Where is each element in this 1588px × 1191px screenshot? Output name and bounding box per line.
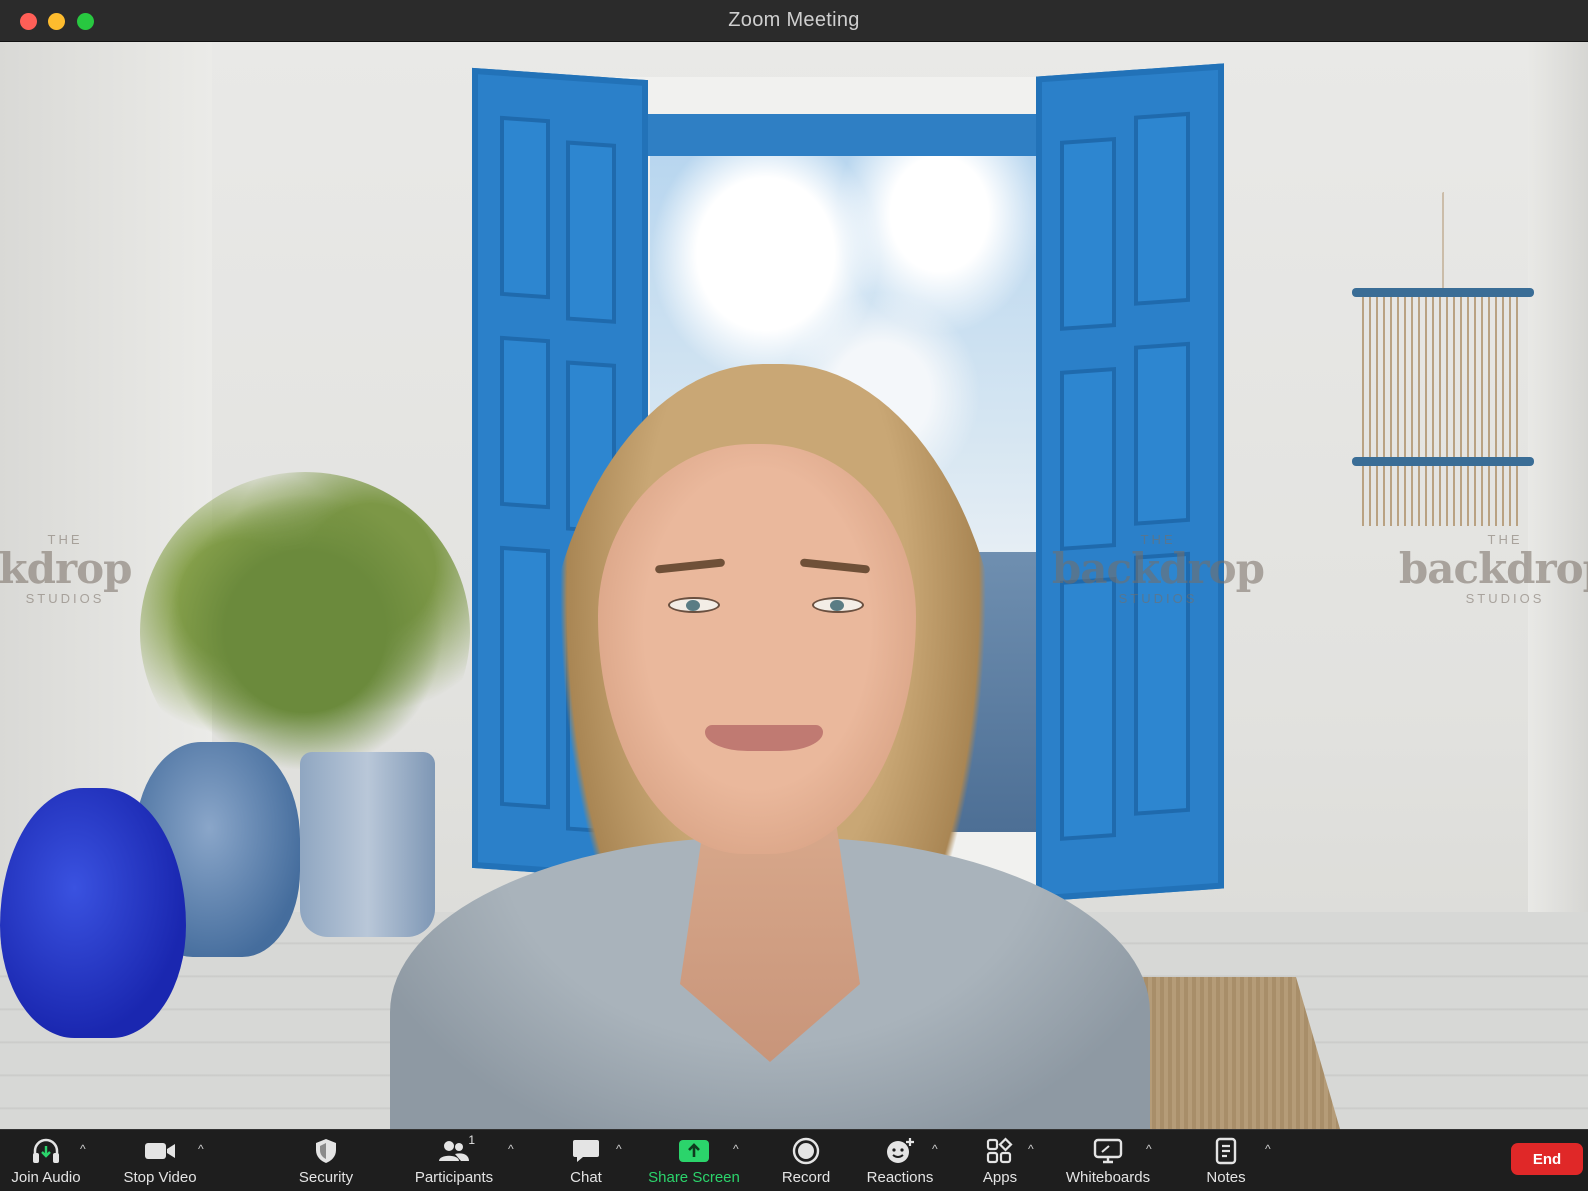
headphones-icon — [29, 1135, 63, 1167]
participants-count: 1 — [468, 1133, 475, 1147]
window-title: Zoom Meeting — [728, 9, 860, 31]
notes-icon — [1209, 1135, 1243, 1167]
mouth — [705, 725, 823, 751]
cobalt-vase — [0, 788, 186, 1038]
reactions-options-caret[interactable]: ^ — [932, 1142, 938, 1156]
record-label: Record — [781, 1169, 831, 1186]
reactions-button[interactable]: Reactions — [860, 1130, 940, 1191]
share-options-caret[interactable]: ^ — [733, 1142, 739, 1156]
title-bar: Zoom Meeting — [0, 0, 1588, 42]
video-options-caret[interactable]: ^ — [198, 1142, 204, 1156]
chat-bubble-icon — [569, 1135, 603, 1167]
macrame-rod — [1352, 288, 1534, 297]
right-shutter — [1036, 63, 1224, 902]
whiteboard-icon — [1091, 1135, 1125, 1167]
window-lintel — [620, 114, 1066, 156]
security-label: Security — [298, 1169, 354, 1186]
left-eye — [668, 597, 720, 613]
video-camera-icon — [143, 1135, 177, 1167]
chat-options-caret[interactable]: ^ — [616, 1142, 622, 1156]
backdrop-watermark-right: THE backdrop STUDIOS — [1398, 532, 1588, 606]
participants-options-caret[interactable]: ^ — [508, 1142, 514, 1156]
notes-button[interactable]: Notes — [1196, 1130, 1256, 1191]
macrame-hanger — [1352, 192, 1534, 292]
end-meeting-button[interactable]: End — [1511, 1143, 1583, 1175]
join-audio-button[interactable]: Join Audio — [8, 1130, 84, 1191]
notes-label: Notes — [1206, 1169, 1246, 1186]
record-button[interactable]: Record — [772, 1130, 840, 1191]
audio-options-caret[interactable]: ^ — [80, 1142, 86, 1156]
macrame-rod-lower — [1352, 457, 1534, 466]
apps-label: Apps — [982, 1169, 1018, 1186]
chat-label: Chat — [570, 1169, 602, 1186]
share-screen-label: Share Screen — [648, 1169, 740, 1186]
security-button[interactable]: Security — [290, 1130, 362, 1191]
meeting-toolbar: Join Audio ^ Stop Video ^ Security 1 Par… — [0, 1129, 1588, 1191]
plant-pot — [300, 752, 435, 937]
chat-button[interactable]: Chat — [556, 1130, 616, 1191]
smiley-plus-icon — [883, 1135, 917, 1167]
participants-label: Participants — [414, 1169, 494, 1186]
macrame-fringe — [1362, 296, 1522, 526]
record-icon — [789, 1135, 823, 1167]
share-screen-button[interactable]: Share Screen — [648, 1130, 740, 1191]
reactions-label: Reactions — [866, 1169, 934, 1186]
participants-button[interactable]: 1 Participants — [406, 1130, 502, 1191]
backdrop-watermark-center: THE backdrop STUDIOS — [1051, 532, 1265, 606]
share-screen-icon — [677, 1135, 711, 1167]
stop-video-label: Stop Video — [123, 1169, 197, 1186]
whiteboards-label: Whiteboards — [1065, 1169, 1151, 1186]
right-wall — [1528, 42, 1588, 942]
video-feed: THE kdrop STUDIOS THE backdrop STUDIOS T… — [0, 42, 1588, 1129]
notes-options-caret[interactable]: ^ — [1265, 1142, 1271, 1156]
right-eye — [812, 597, 864, 613]
whiteboards-options-caret[interactable]: ^ — [1146, 1142, 1152, 1156]
stop-video-button[interactable]: Stop Video — [118, 1130, 202, 1191]
join-audio-label: Join Audio — [11, 1169, 81, 1186]
apps-icon — [983, 1135, 1017, 1167]
backdrop-watermark-left: THE kdrop STUDIOS — [0, 532, 132, 606]
apps-button[interactable]: Apps — [970, 1130, 1030, 1191]
shield-icon — [309, 1135, 343, 1167]
apps-options-caret[interactable]: ^ — [1028, 1142, 1034, 1156]
whiteboards-button[interactable]: Whiteboards — [1060, 1130, 1156, 1191]
participants-icon: 1 — [437, 1133, 475, 1167]
